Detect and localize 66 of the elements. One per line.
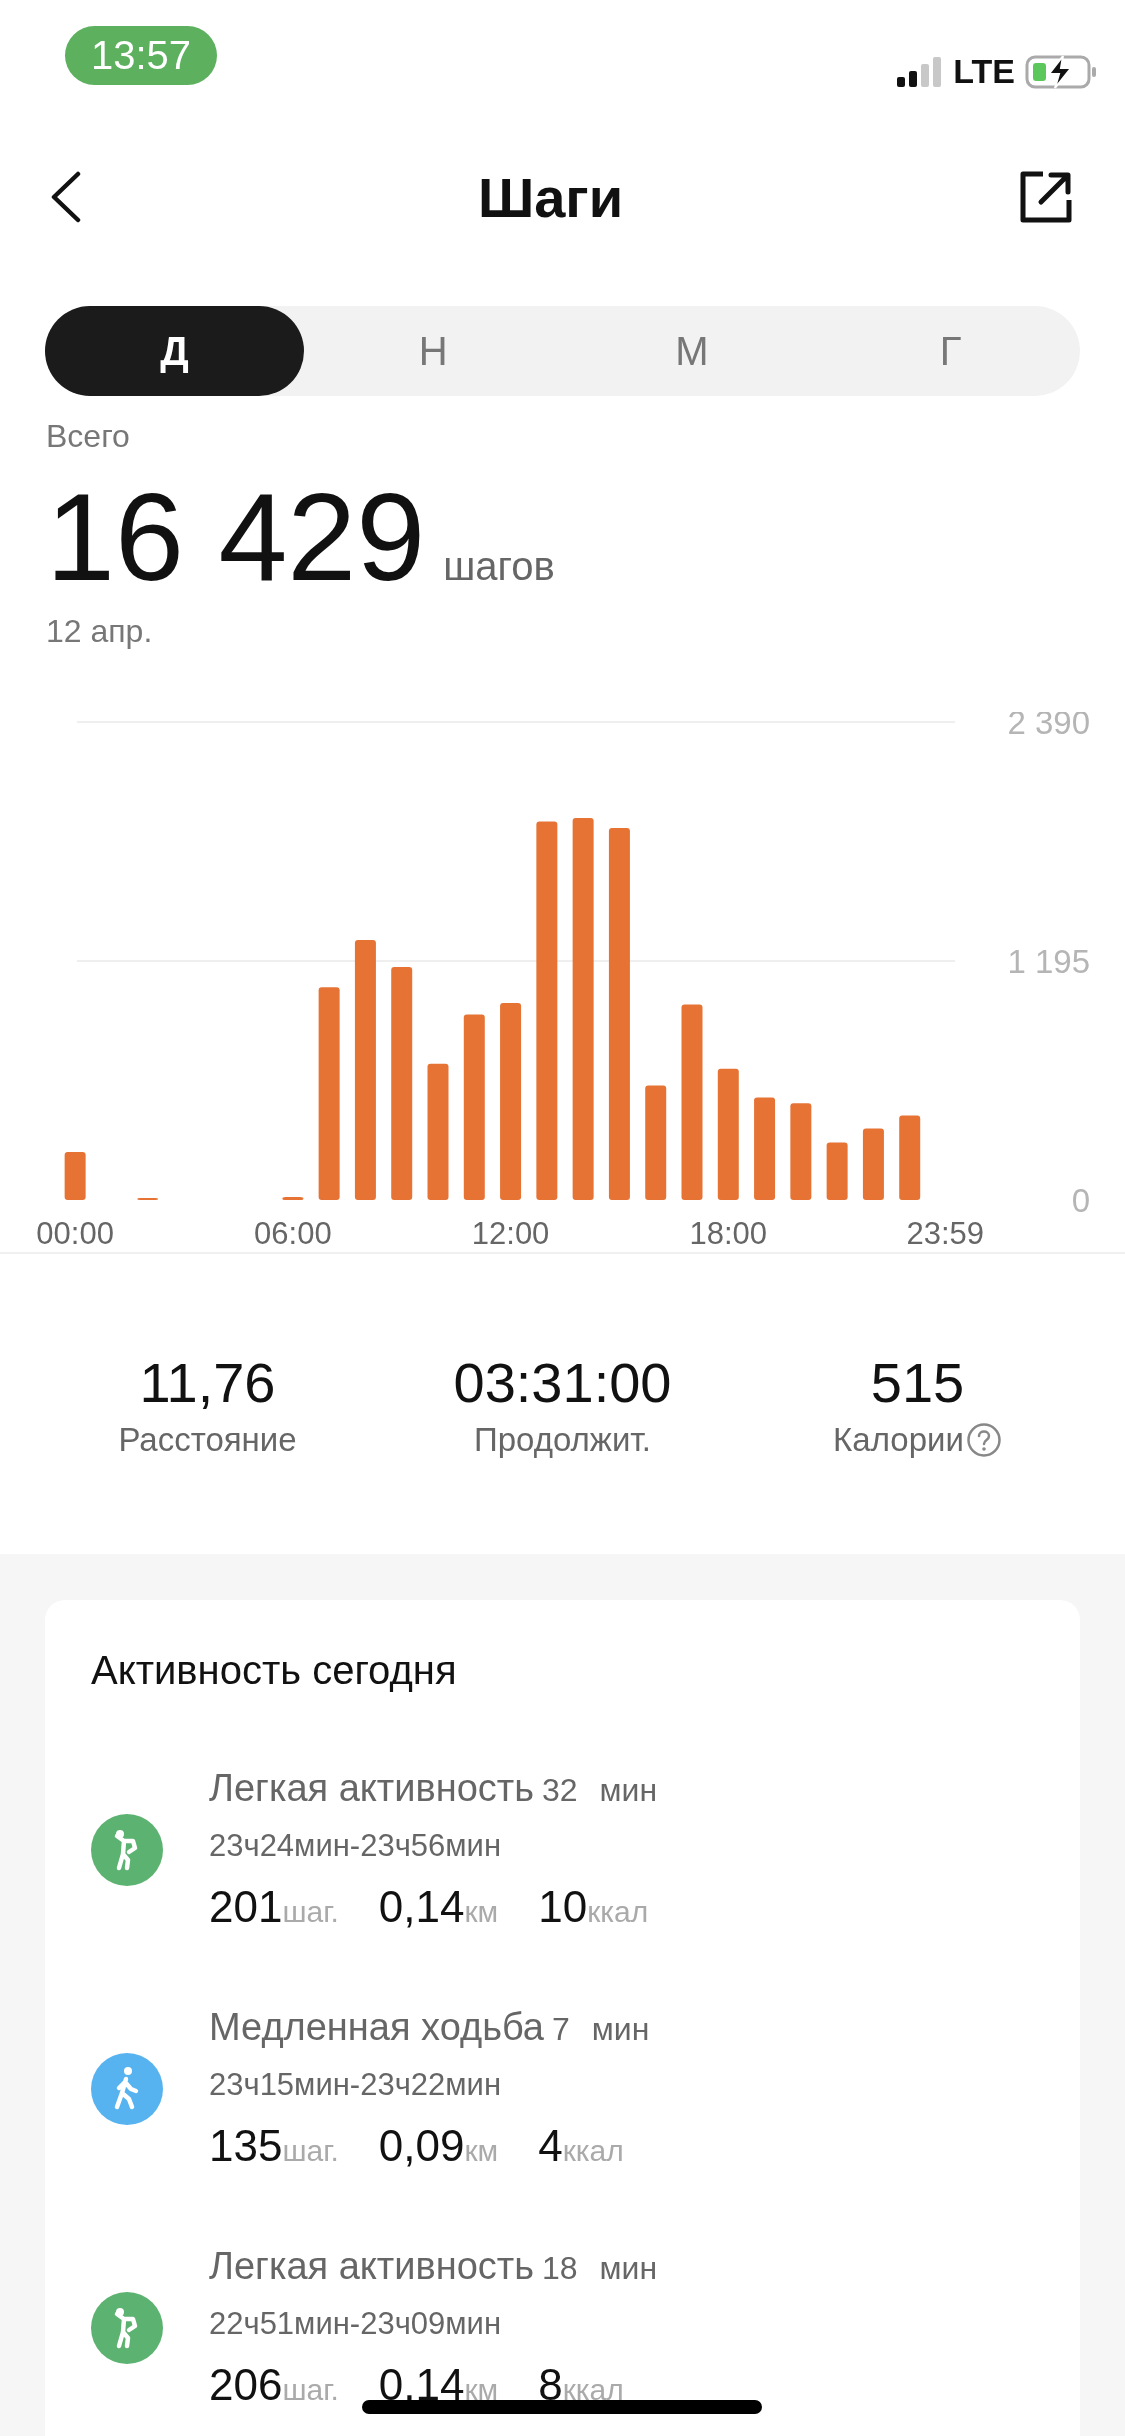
card-title: Активность сегодня xyxy=(91,1648,458,1694)
chart-bar xyxy=(826,1143,848,1201)
y-axis-label: 0 xyxy=(1071,1182,1090,1220)
activity-duration: 7 xyxy=(551,2011,570,2049)
status-time: 13:57 xyxy=(65,26,218,85)
activity-calories: 4 xyxy=(538,2121,563,2172)
x-axis-label: 12:00 xyxy=(471,1216,550,1252)
activity-calories: 10 xyxy=(538,1882,588,1933)
x-axis-label: 23:59 xyxy=(906,1216,985,1252)
network-label: LTE xyxy=(953,52,1015,91)
activity-name: Легкая активность xyxy=(209,2245,534,2289)
stat-label: Калории xyxy=(833,1420,964,1459)
steps-unit: шаг. xyxy=(282,1895,339,1930)
activity-time: 23ч15мин-23ч22мин xyxy=(209,2067,503,2104)
x-axis-label: 18:00 xyxy=(689,1216,768,1252)
steps-unit: шаг. xyxy=(282,2373,339,2408)
activity-time: 23ч24мин-23ч56мин xyxy=(209,1828,503,1865)
duration-unit: мин xyxy=(599,2250,658,2288)
activity-duration: 32 xyxy=(542,1772,578,1810)
duration-unit: мин xyxy=(599,1772,658,1810)
activity-distance: 0,14 xyxy=(378,1882,465,1933)
calories-unit: ккал xyxy=(562,2373,624,2408)
signal-icon xyxy=(897,54,944,89)
activity-duration: 18 xyxy=(542,2250,578,2288)
steps-unit: шаг. xyxy=(282,2134,339,2169)
stat-label: Расстояние xyxy=(118,1420,297,1459)
activity-distance: 0,14 xyxy=(378,2360,465,2411)
help-icon[interactable] xyxy=(965,1421,1002,1458)
activity-steps: 135 xyxy=(209,2121,283,2172)
distance-unit: км xyxy=(464,2134,499,2169)
calories-unit: ккал xyxy=(562,2134,624,2169)
calories-unit: ккал xyxy=(587,1895,649,1930)
activity-name: Медленная ходьба xyxy=(209,2006,544,2050)
chart-bar xyxy=(64,1152,86,1201)
duration-unit: мин xyxy=(591,2011,650,2049)
screen-title: Шаги xyxy=(477,164,624,230)
distance-unit: км xyxy=(464,1895,499,1930)
x-axis-label: 00:00 xyxy=(36,1216,114,1252)
activity-steps: 206 xyxy=(209,2360,283,2411)
period-tab[interactable]: Д xyxy=(45,306,304,396)
share-icon[interactable] xyxy=(1019,170,1073,224)
date-label: 12 апр. xyxy=(46,613,154,651)
total-steps: 16 429 xyxy=(46,469,426,606)
stat-value: 03:31:00 xyxy=(453,1349,672,1415)
stretching-icon xyxy=(91,1813,163,1886)
x-axis-label: 06:00 xyxy=(254,1216,332,1252)
activity-name: Легкая активность xyxy=(209,1767,534,1811)
period-tab[interactable]: Г xyxy=(821,306,1080,396)
walking-icon xyxy=(91,2052,163,2125)
steps-unit: шагов xyxy=(443,544,555,589)
period-tab[interactable]: Н xyxy=(303,306,563,396)
chart-bar xyxy=(137,1198,159,1201)
y-axis-label: 1 195 xyxy=(1007,943,1090,981)
activity-steps: 201 xyxy=(209,1882,283,1933)
distance-unit: км xyxy=(464,2373,499,2408)
activity-calories: 8 xyxy=(538,2360,563,2411)
total-label: Всего xyxy=(46,418,131,455)
chart-bar xyxy=(282,1197,304,1201)
stretching-icon xyxy=(91,2291,163,2364)
activity-time: 22ч51мин-23ч09мин xyxy=(209,2306,503,2343)
activity-distance: 0,09 xyxy=(378,2121,465,2172)
stat-label: Продолжит. xyxy=(474,1420,651,1459)
stat-value: 515 xyxy=(870,1349,965,1415)
period-tab[interactable]: М xyxy=(562,306,822,396)
battery-icon xyxy=(1025,53,1097,90)
stat-value: 11,76 xyxy=(139,1349,276,1415)
